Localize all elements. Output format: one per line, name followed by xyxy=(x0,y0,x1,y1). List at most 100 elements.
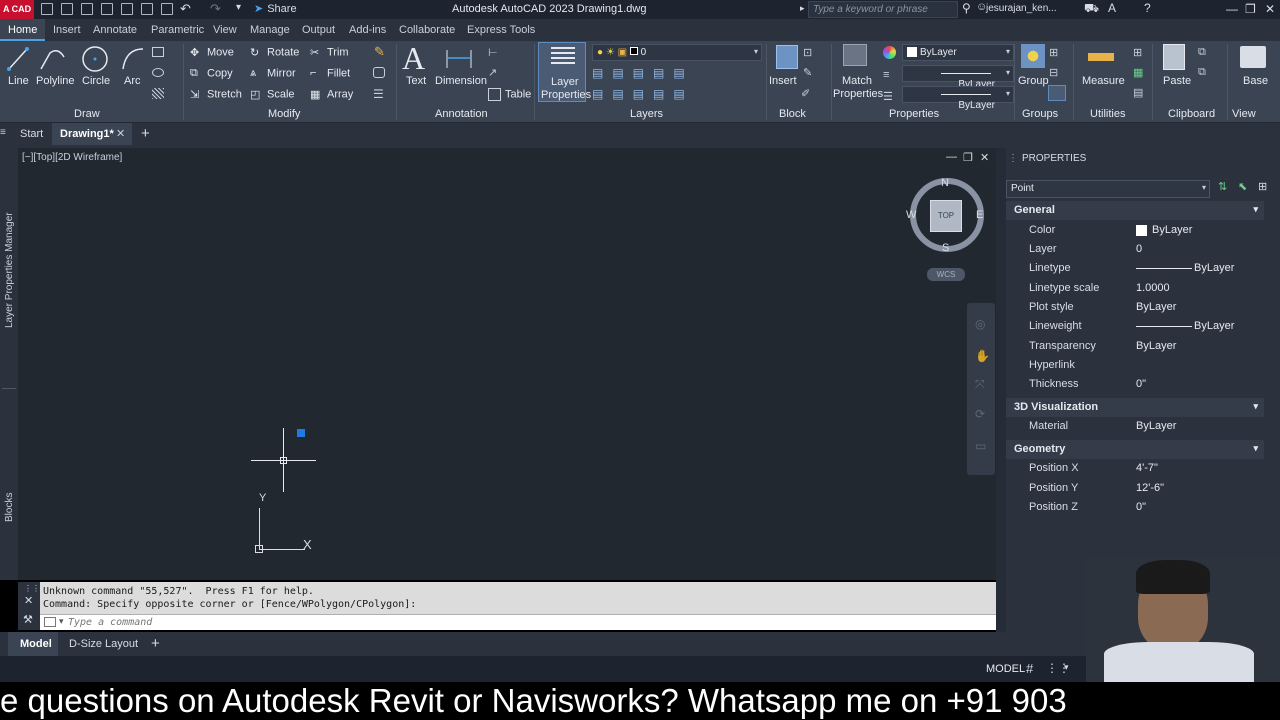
viewport-controls-label[interactable]: [−][Top][2D Wireframe] xyxy=(22,152,122,163)
tab-d-size-layout[interactable]: D-Size Layout xyxy=(69,638,138,650)
prop-thickness-value[interactable]: 0" xyxy=(1136,378,1146,390)
leader-icon[interactable]: ⊢ xyxy=(488,46,498,59)
lineweight-dropdown[interactable]: ByLayer ▾ xyxy=(902,65,1014,90)
section-3d-visualization[interactable]: 3D Visualization ▾ xyxy=(1006,398,1264,417)
share-button[interactable]: ➤ Share xyxy=(254,2,297,15)
section-general[interactable]: General ▾ xyxy=(1006,201,1264,220)
expand-arrow-icon[interactable]: ▸ xyxy=(800,3,805,14)
tab-add-ins[interactable]: Add-ins xyxy=(349,24,386,36)
prop-plot-style-value[interactable]: ByLayer xyxy=(1136,301,1176,313)
help-search-input[interactable]: Type a keyword or phrase xyxy=(808,1,958,18)
open-folder-icon[interactable] xyxy=(61,3,73,15)
new-tab-icon[interactable]: + xyxy=(141,125,150,142)
drawing-canvas[interactable]: [−][Top][2D Wireframe] — ❐ ✕ TOP N S E W… xyxy=(18,148,996,580)
layers-panel-title[interactable]: Layers xyxy=(630,108,663,120)
stretch-button[interactable]: ⇲ Stretch xyxy=(190,88,242,101)
modify-panel-title[interactable]: Modify xyxy=(268,108,300,120)
layer-properties-button[interactable]: Layer Properties xyxy=(538,42,591,102)
color-wheel-icon[interactable] xyxy=(883,46,896,59)
close-tab-icon[interactable]: ✕ xyxy=(116,127,125,140)
save-icon[interactable] xyxy=(81,3,93,15)
quick-select-icon[interactable]: ⊞ xyxy=(1133,46,1142,59)
match-properties-button[interactable]: Match xyxy=(842,75,872,87)
web-mobile-save-icon[interactable] xyxy=(141,3,153,15)
paste-button[interactable]: Paste xyxy=(1163,75,1191,87)
close-icon[interactable]: ✕ xyxy=(1265,2,1275,16)
rotate-button[interactable]: ↻ Rotate xyxy=(250,46,299,59)
erase-icon[interactable]: ✎ xyxy=(374,44,385,60)
utilities-panel-title[interactable]: Utilities xyxy=(1090,108,1125,120)
tab-list-icon[interactable]: ≡ xyxy=(0,123,12,145)
selection-dropdown[interactable]: Point ▾ xyxy=(1006,180,1210,198)
help-icon[interactable]: ? xyxy=(1144,1,1151,15)
search-icon[interactable]: ⚲ xyxy=(962,1,971,15)
minimize-icon[interactable]: — xyxy=(1226,2,1238,16)
tab-manage[interactable]: Manage xyxy=(250,24,290,36)
section-geometry[interactable]: Geometry ▾ xyxy=(1006,440,1264,459)
edit-block-icon[interactable]: ✎ xyxy=(803,66,812,79)
explode-icon[interactable] xyxy=(373,67,385,78)
mirror-button[interactable]: ⩓ Mirror xyxy=(250,67,296,80)
fillet-button[interactable]: ⌐ Fillet xyxy=(310,67,350,80)
new-layout-icon[interactable]: + xyxy=(151,635,160,652)
layer-properties-manager-tab[interactable]: Layer Properties Manager xyxy=(4,212,15,328)
text-button[interactable]: Text xyxy=(406,75,426,87)
group-selection-toggle-icon[interactable] xyxy=(1048,85,1066,101)
cart-icon[interactable]: ⛟ xyxy=(1084,1,1099,17)
properties-panel-title[interactable]: Properties xyxy=(889,108,939,120)
calculator-icon[interactable]: ▦ xyxy=(1133,66,1143,79)
wcs-menu[interactable]: WCS xyxy=(927,268,965,281)
create-block-icon[interactable]: ⊡ xyxy=(803,46,812,59)
autodesk-app-store-icon[interactable]: A xyxy=(1108,1,1116,15)
group-button[interactable]: Group xyxy=(1018,75,1049,87)
undo-icon[interactable]: ↶ xyxy=(180,1,191,17)
view-panel-title[interactable]: View xyxy=(1232,108,1256,120)
orbit-icon[interactable]: ⟳ xyxy=(975,407,985,421)
cut-icon[interactable]: ⧉ xyxy=(1198,46,1206,59)
viewport-minimize-icon[interactable]: — xyxy=(946,151,957,163)
tab-model[interactable]: Model xyxy=(8,632,58,656)
prop-layer-value[interactable]: 0 xyxy=(1136,243,1142,255)
prop-position-x-value[interactable]: 4'-7" xyxy=(1136,462,1158,474)
tab-express-tools[interactable]: Express Tools xyxy=(467,24,535,36)
color-dropdown[interactable]: ByLayer ▾ xyxy=(902,44,1014,61)
chevron-down-icon[interactable]: ▾ xyxy=(1064,662,1069,673)
copy-clip-icon[interactable]: ⧉ xyxy=(1198,66,1206,79)
tab-output[interactable]: Output xyxy=(302,24,335,36)
layer-tools-row-1[interactable]: ▤▤▤▤▤ xyxy=(592,66,694,80)
tab-home[interactable]: Home xyxy=(0,19,46,41)
dimension-button[interactable]: Dimension xyxy=(435,75,487,87)
measure-button[interactable]: Measure xyxy=(1082,75,1125,87)
restore-icon[interactable]: ❐ xyxy=(1245,2,1256,16)
showmotion-icon[interactable]: ▭ xyxy=(975,439,986,453)
compass-west[interactable]: W xyxy=(906,209,916,221)
steering-wheel-icon[interactable]: ◎ xyxy=(975,317,985,331)
customize-wrench-icon[interactable]: ⚒ xyxy=(23,613,33,626)
prop-color-value[interactable]: ByLayer xyxy=(1136,224,1192,236)
tab-drawing1[interactable]: Drawing1* ✕ xyxy=(52,123,132,145)
draw-panel-title[interactable]: Draw xyxy=(74,108,100,120)
clipboard-panel-title[interactable]: Clipboard xyxy=(1168,108,1215,120)
line-button[interactable]: Line xyxy=(8,75,29,87)
quick-select-icon[interactable]: ⊞ xyxy=(1258,180,1267,193)
move-button[interactable]: ✥ Move xyxy=(190,46,234,59)
toggle-pickadd-icon[interactable]: ⇅ xyxy=(1218,180,1227,193)
save-as-icon[interactable] xyxy=(101,3,113,15)
linetype-dropdown[interactable]: ByLayer ▾ xyxy=(902,86,1014,111)
customize-qat-chevron-icon[interactable]: ▾ xyxy=(236,2,241,13)
trim-button[interactable]: ✂ Trim xyxy=(310,46,349,59)
annotation-panel-title[interactable]: Annotation xyxy=(435,108,488,120)
prop-position-y-value[interactable]: 12'-6" xyxy=(1136,482,1164,494)
close-command-line-icon[interactable]: ✕ xyxy=(24,594,33,607)
tab-insert[interactable]: Insert xyxy=(53,24,81,36)
compass-east[interactable]: E xyxy=(976,209,983,221)
tab-annotate[interactable]: Annotate xyxy=(93,24,137,36)
base-button[interactable]: Base xyxy=(1243,75,1268,87)
recent-commands-icon[interactable] xyxy=(44,617,56,627)
select-objects-icon[interactable]: ⬉ xyxy=(1238,180,1247,193)
zoom-extents-icon[interactable]: ⤧ xyxy=(975,377,985,392)
new-file-icon[interactable] xyxy=(41,3,53,15)
tab-collaborate[interactable]: Collaborate xyxy=(399,24,455,36)
app-menu-button[interactable]: A CAD xyxy=(0,0,34,19)
block-panel-title[interactable]: Block xyxy=(779,108,806,120)
